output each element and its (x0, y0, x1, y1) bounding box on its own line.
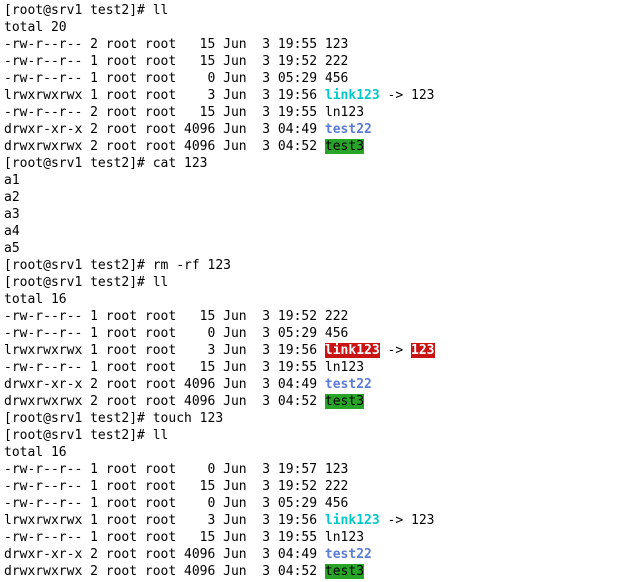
ls-row-meta: -rw-r--r-- 1 root root 15 Jun 3 19:52 (4, 54, 325, 69)
command-line: [root@srv1 test2]# ll (4, 427, 621, 444)
ls-row-meta: lrwxrwxrwx 1 root root 3 Jun 3 19:56 (4, 88, 325, 103)
ls-listing: -rw-r--r-- 1 root root 0 Jun 3 19:57 123… (4, 461, 621, 580)
ls-row-meta: drwxr-xr-x 2 root root 4096 Jun 3 04:49 (4, 547, 325, 562)
symlink-target: 123 (411, 88, 434, 103)
ls-row: drwxr-xr-x 2 root root 4096 Jun 3 04:49 … (4, 121, 621, 138)
ls-row: -rw-r--r-- 1 root root 0 Jun 3 05:29 456 (4, 495, 621, 512)
output-line: a4 (4, 223, 621, 240)
ls-filename: ln123 (325, 360, 364, 375)
ls-row-meta: drwxrwxrwx 2 root root 4096 Jun 3 04:52 (4, 139, 325, 154)
prompt: [root@srv1 test2]# (4, 258, 153, 273)
command-line: [root@srv1 test2]# touch 123 (4, 410, 621, 427)
ls-row-meta: -rw-r--r-- 1 root root 15 Jun 3 19:52 (4, 479, 325, 494)
ls-filename: 456 (325, 71, 348, 86)
ls-row-meta: -rw-r--r-- 2 root root 15 Jun 3 19:55 (4, 37, 325, 52)
ls-row: -rw-r--r-- 1 root root 0 Jun 3 05:29 456 (4, 70, 621, 87)
command-line: [root@srv1 test2]# rm -rf 123 (4, 257, 621, 274)
cat-output: a1a2a3a4a5 (4, 172, 621, 257)
ls-row-meta: drwxrwxrwx 2 root root 4096 Jun 3 04:52 (4, 564, 325, 579)
ls-row: -rw-r--r-- 1 root root 15 Jun 3 19:52 22… (4, 308, 621, 325)
ls-row-meta: -rw-r--r-- 1 root root 0 Jun 3 19:57 (4, 462, 325, 477)
ls-row: lrwxrwxrwx 1 root root 3 Jun 3 19:56 lin… (4, 512, 621, 529)
ls-filename: 222 (325, 309, 348, 324)
ls-filename: link123 (325, 88, 380, 103)
command-text: cat 123 (153, 156, 208, 171)
prompt: [root@srv1 test2]# (4, 275, 153, 290)
command-text: ll (153, 3, 169, 18)
ls-filename: 123 (325, 462, 348, 477)
ls-row-meta: lrwxrwxrwx 1 root root 3 Jun 3 19:56 (4, 343, 325, 358)
ls-listing: -rw-r--r-- 1 root root 15 Jun 3 19:52 22… (4, 308, 621, 410)
ls-filename: 222 (325, 54, 348, 69)
ls-row: -rw-r--r-- 2 root root 15 Jun 3 19:55 12… (4, 36, 621, 53)
ls-row: -rw-r--r-- 1 root root 15 Jun 3 19:52 22… (4, 478, 621, 495)
ls-row: -rw-r--r-- 1 root root 15 Jun 3 19:55 ln… (4, 529, 621, 546)
output-line: a1 (4, 172, 621, 189)
ls-total: total 20 (4, 19, 621, 36)
ls-row-meta: drwxr-xr-x 2 root root 4096 Jun 3 04:49 (4, 122, 325, 137)
symlink-target: 123 (411, 343, 434, 358)
terminal[interactable]: [root@srv1 test2]# ll total 20 -rw-r--r-… (0, 0, 625, 582)
ls-filename: 222 (325, 479, 348, 494)
ls-filename: test22 (325, 377, 372, 392)
symlink-target: 123 (411, 513, 434, 528)
ls-listing: -rw-r--r-- 2 root root 15 Jun 3 19:55 12… (4, 36, 621, 155)
symlink-arrow: -> (380, 343, 411, 358)
ls-row: -rw-r--r-- 2 root root 15 Jun 3 19:55 ln… (4, 104, 621, 121)
ls-filename: link123 (325, 513, 380, 528)
command-text: ll (153, 275, 169, 290)
ls-row: drwxr-xr-x 2 root root 4096 Jun 3 04:49 … (4, 376, 621, 393)
ls-filename: 456 (325, 326, 348, 341)
command-text: touch 123 (153, 411, 223, 426)
ls-row: lrwxrwxrwx 1 root root 3 Jun 3 19:56 lin… (4, 87, 621, 104)
ls-filename: 456 (325, 496, 348, 511)
prompt: [root@srv1 test2]# (4, 411, 153, 426)
ls-row: -rw-r--r-- 1 root root 0 Jun 3 19:57 123 (4, 461, 621, 478)
ls-filename: ln123 (325, 105, 364, 120)
command-text: rm -rf 123 (153, 258, 231, 273)
ls-row-meta: -rw-r--r-- 1 root root 0 Jun 3 05:29 (4, 496, 325, 511)
ls-row-meta: -rw-r--r-- 2 root root 15 Jun 3 19:55 (4, 105, 325, 120)
ls-row: drwxrwxrwx 2 root root 4096 Jun 3 04:52 … (4, 393, 621, 410)
prompt: [root@srv1 test2]# (4, 428, 153, 443)
symlink-arrow: -> (380, 513, 411, 528)
ls-total: total 16 (4, 444, 621, 461)
ls-filename: test3 (325, 564, 364, 579)
ls-row-meta: drwxr-xr-x 2 root root 4096 Jun 3 04:49 (4, 377, 325, 392)
ls-row: -rw-r--r-- 1 root root 0 Jun 3 05:29 456 (4, 325, 621, 342)
ls-filename: test22 (325, 122, 372, 137)
ls-filename: 123 (325, 37, 348, 52)
ls-filename: ln123 (325, 530, 364, 545)
prompt: [root@srv1 test2]# (4, 156, 153, 171)
command-line: [root@srv1 test2]# ll (4, 2, 621, 19)
output-line: a5 (4, 240, 621, 257)
ls-row-meta: -rw-r--r-- 1 root root 0 Jun 3 05:29 (4, 71, 325, 86)
command-text: ll (153, 428, 169, 443)
ls-row-meta: lrwxrwxrwx 1 root root 3 Jun 3 19:56 (4, 513, 325, 528)
ls-row: -rw-r--r-- 1 root root 15 Jun 3 19:52 22… (4, 53, 621, 70)
ls-filename: test3 (325, 394, 364, 409)
ls-row-meta: -rw-r--r-- 1 root root 15 Jun 3 19:55 (4, 360, 325, 375)
ls-total: total 16 (4, 291, 621, 308)
prompt: [root@srv1 test2]# (4, 3, 153, 18)
ls-row: drwxr-xr-x 2 root root 4096 Jun 3 04:49 … (4, 546, 621, 563)
command-line: [root@srv1 test2]# cat 123 (4, 155, 621, 172)
ls-filename: test22 (325, 547, 372, 562)
ls-filename: link123 (325, 343, 380, 358)
ls-row: lrwxrwxrwx 1 root root 3 Jun 3 19:56 lin… (4, 342, 621, 359)
ls-row-meta: -rw-r--r-- 1 root root 15 Jun 3 19:52 (4, 309, 325, 324)
ls-row-meta: -rw-r--r-- 1 root root 0 Jun 3 05:29 (4, 326, 325, 341)
ls-row-meta: -rw-r--r-- 1 root root 15 Jun 3 19:55 (4, 530, 325, 545)
ls-row: drwxrwxrwx 2 root root 4096 Jun 3 04:52 … (4, 138, 621, 155)
ls-filename: test3 (325, 139, 364, 154)
output-line: a2 (4, 189, 621, 206)
output-line: a3 (4, 206, 621, 223)
command-line: [root@srv1 test2]# ll (4, 274, 621, 291)
ls-row: -rw-r--r-- 1 root root 15 Jun 3 19:55 ln… (4, 359, 621, 376)
ls-row: drwxrwxrwx 2 root root 4096 Jun 3 04:52 … (4, 563, 621, 580)
ls-row-meta: drwxrwxrwx 2 root root 4096 Jun 3 04:52 (4, 394, 325, 409)
symlink-arrow: -> (380, 88, 411, 103)
